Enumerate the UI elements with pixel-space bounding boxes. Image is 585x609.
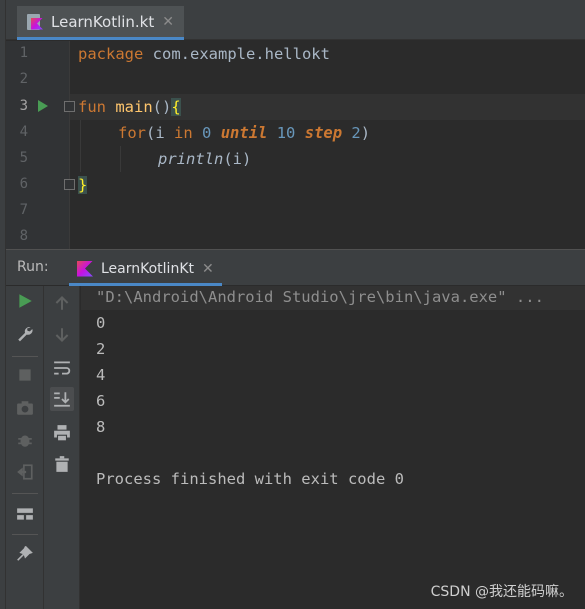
- function-name: main: [115, 98, 153, 116]
- output-line: 8: [96, 418, 106, 436]
- code-line-4[interactable]: for(i in 0 until 10 step 2): [118, 120, 370, 146]
- exit-icon[interactable]: [13, 460, 37, 484]
- close-icon[interactable]: ✕: [202, 261, 214, 277]
- print-icon[interactable]: [50, 421, 74, 445]
- run-title: Run:: [17, 259, 49, 275]
- keyword: for: [118, 124, 146, 142]
- package-name: com.example.hellokt: [143, 45, 330, 63]
- fold-toggle-icon[interactable]: [64, 101, 75, 112]
- output-line: 6: [96, 392, 106, 410]
- run-toolbar: [6, 286, 44, 609]
- line-number: 2: [19, 71, 28, 87]
- pin-icon[interactable]: [13, 542, 37, 566]
- line-number: 5: [19, 150, 28, 166]
- line-number: 7: [19, 202, 28, 218]
- line-7: 7: [6, 198, 585, 224]
- process-finished-message: Process finished with exit code 0: [96, 470, 404, 488]
- line-number: 4: [19, 124, 28, 140]
- toolbar-separator: [12, 493, 38, 494]
- keyword: package: [78, 45, 144, 63]
- watermark: CSDN @我还能码嘛。: [430, 584, 573, 600]
- command-line-row: "D:\Android\Android Studio\jre\bin\java.…: [81, 286, 585, 310]
- output-line: 4: [96, 366, 106, 384]
- soft-wrap-icon[interactable]: [50, 356, 74, 380]
- indent-guide: [80, 120, 81, 172]
- number: 10: [276, 124, 296, 142]
- line-6: 6: [6, 172, 585, 198]
- keyword: fun: [78, 98, 106, 116]
- command-line: "D:\Android\Android Studio\jre\bin\java.…: [96, 288, 544, 306]
- scroll-to-end-icon[interactable]: [50, 387, 74, 411]
- close-icon[interactable]: ✕: [162, 14, 174, 30]
- infix-function: step: [304, 124, 343, 142]
- number: 2: [351, 124, 361, 142]
- arrow-up-icon[interactable]: [50, 291, 74, 315]
- fold-end-icon[interactable]: [64, 179, 75, 190]
- infix-function: until: [220, 124, 268, 142]
- rerun-icon[interactable]: [13, 289, 37, 313]
- code-line-3[interactable]: fun main(){: [78, 94, 181, 120]
- line-5: 5: [6, 146, 585, 172]
- line-8: 8: [6, 224, 585, 250]
- run-tool-window-header: Run: LearnKotlinKt ✕: [6, 249, 585, 286]
- stop-icon[interactable]: [13, 363, 37, 387]
- indent-guide: [120, 146, 121, 172]
- run-tab-label: LearnKotlinKt: [101, 260, 194, 277]
- kotlin-file-icon: [25, 13, 43, 31]
- output-line: 2: [96, 340, 106, 358]
- wrench-icon[interactable]: [13, 322, 37, 346]
- parens: (): [152, 98, 172, 116]
- for-open: (i: [146, 124, 174, 142]
- editor-tab-label: LearnKotlin.kt: [51, 12, 155, 31]
- toolbar-separator: [12, 356, 38, 357]
- line-number: 3: [19, 98, 28, 114]
- number: 0: [202, 124, 212, 142]
- line-number: 6: [19, 176, 28, 192]
- function-call: println: [158, 150, 224, 168]
- arrow-down-icon[interactable]: [50, 323, 74, 347]
- line-number: 1: [19, 45, 28, 61]
- keyword: in: [174, 124, 193, 142]
- line-number: 8: [19, 228, 28, 244]
- code-line-5[interactable]: println(i): [158, 146, 251, 172]
- trash-icon[interactable]: [50, 452, 74, 476]
- layout-icon[interactable]: [13, 502, 37, 526]
- code-line-6[interactable]: }: [78, 172, 88, 198]
- output-line: 0: [96, 314, 106, 332]
- console-output[interactable]: "D:\Android\Android Studio\jre\bin\java.…: [81, 286, 585, 609]
- console-toolbar: [44, 286, 80, 609]
- brace: {: [171, 98, 181, 116]
- editor-tab-learnkotlin[interactable]: LearnKotlin.kt ✕: [17, 6, 184, 40]
- call-args: (i): [223, 150, 252, 168]
- debug-bug-icon[interactable]: [13, 428, 37, 452]
- code-line-1[interactable]: package com.example.hellokt: [78, 41, 330, 67]
- toolbar-separator: [12, 534, 38, 535]
- brace: }: [78, 176, 88, 194]
- run-tab-learnkotlinkt[interactable]: LearnKotlinKt ✕: [69, 254, 222, 286]
- line-2: 2: [6, 67, 585, 93]
- editor-tab-bar: LearnKotlin.kt ✕: [6, 0, 585, 40]
- camera-icon[interactable]: [13, 396, 37, 420]
- kotlin-logo-icon: [77, 260, 93, 277]
- run-main-gutter-icon[interactable]: [38, 100, 48, 112]
- for-close: ): [360, 124, 371, 142]
